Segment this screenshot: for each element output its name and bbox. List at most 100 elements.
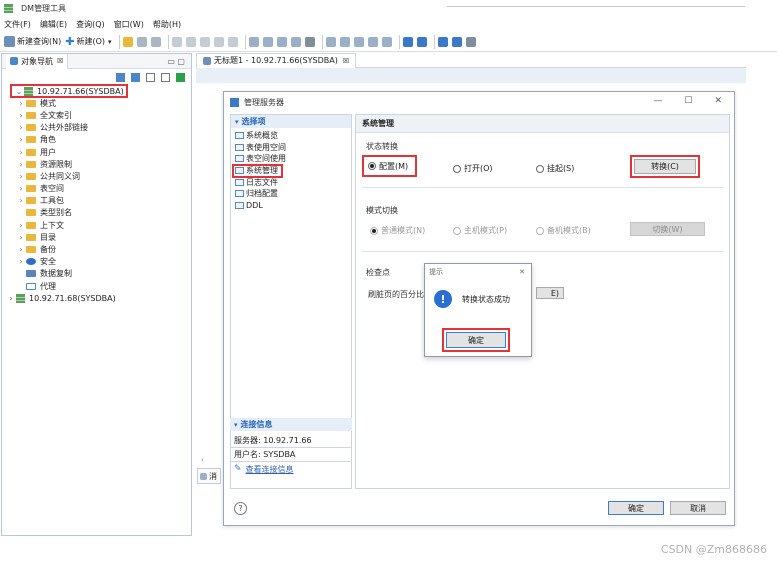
home-icon[interactable] xyxy=(451,36,462,47)
checkpoint-button[interactable]: E) xyxy=(536,287,564,299)
dialog-nav-item[interactable]: DDL xyxy=(231,200,351,212)
dropdown-arrow-icon[interactable]: ▾ xyxy=(108,38,112,46)
open-folder-icon[interactable] xyxy=(122,36,133,47)
state-option-suspend[interactable]: 挂起(S) xyxy=(536,163,574,174)
cut-icon[interactable] xyxy=(199,36,210,47)
close-tab-icon[interactable]: ☒ xyxy=(57,57,63,65)
minimize-icon[interactable]: — xyxy=(653,96,662,106)
menu-help[interactable]: 帮助(H) xyxy=(153,19,181,30)
tree-item[interactable]: › 安全 xyxy=(6,256,191,268)
link-icon[interactable] xyxy=(176,72,185,82)
chevron-right-icon[interactable]: › xyxy=(16,184,26,193)
tree-connection-68[interactable]: › 10.92.71.68(SYSDBA) xyxy=(6,292,191,304)
tab-object-nav[interactable]: 对象导航 ☒ xyxy=(6,53,69,69)
tree-item[interactable]: › 资源限制 xyxy=(6,158,191,170)
minimize-maximize-icon[interactable]: ▭ ▢ xyxy=(167,57,185,66)
tree-item[interactable]: › 工具包 xyxy=(6,195,191,207)
tree-item[interactable]: 类型别名 xyxy=(6,207,191,219)
chevron-right-icon[interactable]: › xyxy=(16,245,26,254)
tree-item[interactable]: › 公共同义词 xyxy=(6,170,191,182)
mode-option-primary[interactable]: 主机模式(P) xyxy=(453,225,507,236)
search-icon[interactable] xyxy=(146,72,155,82)
help-icon[interactable]: ? xyxy=(234,502,247,515)
dialog-nav-item[interactable]: 日志文件 xyxy=(231,176,351,188)
chevron-right-icon[interactable]: › xyxy=(16,135,26,144)
scroll-left-icon[interactable]: ‹ xyxy=(201,456,204,464)
chevron-right-icon[interactable]: › xyxy=(6,294,16,303)
dialog-nav-item[interactable]: 系统概览 xyxy=(231,130,351,142)
new-button[interactable]: ✚ 新建(O) ▾ xyxy=(65,34,111,50)
dialog-nav-item[interactable]: 归档配置 xyxy=(231,188,351,200)
chevron-down-icon[interactable]: ⌄ xyxy=(14,87,24,96)
tree-item[interactable]: › 角色 xyxy=(6,134,191,146)
chevron-right-icon[interactable]: › xyxy=(16,148,26,157)
stop-icon[interactable] xyxy=(304,36,315,47)
format-icon[interactable] xyxy=(367,36,378,47)
maximize-icon[interactable]: ☐ xyxy=(684,96,692,106)
mode-option-standby[interactable]: 备机模式(B) xyxy=(536,225,591,236)
menu-file[interactable]: 文件(F) xyxy=(4,19,31,30)
paste-icon[interactable] xyxy=(227,36,238,47)
chevron-right-icon[interactable]: › xyxy=(16,221,26,230)
dialog-nav-item[interactable]: 表使用空间 xyxy=(231,142,351,154)
dialog-ok-button[interactable]: 确定 xyxy=(608,501,664,515)
copy-icon[interactable] xyxy=(213,36,224,47)
new-query-button[interactable]: 新建查询(N) xyxy=(4,34,61,50)
explain-icon[interactable] xyxy=(276,36,287,47)
forward-arrow-icon[interactable] xyxy=(416,36,427,47)
disconnect-icon[interactable] xyxy=(131,72,140,82)
chevron-right-icon[interactable]: › xyxy=(16,123,26,132)
chevron-right-icon[interactable]: › xyxy=(16,172,26,181)
chevron-right-icon[interactable]: › xyxy=(16,257,26,266)
menu-window[interactable]: 窗口(W) xyxy=(114,19,144,30)
close-icon[interactable]: ✕ xyxy=(519,268,525,276)
top-search-field[interactable] xyxy=(447,1,745,7)
tab-query-editor[interactable]: 无标题1 - 10.92.71.66(SYSDBA) ☒ xyxy=(196,52,357,68)
tree-item[interactable]: › 全文索引 xyxy=(6,109,191,121)
commit-icon[interactable] xyxy=(325,36,336,47)
tools-icon[interactable] xyxy=(437,36,448,47)
popup-ok-button[interactable]: 确定 xyxy=(446,332,506,348)
refresh-icon[interactable] xyxy=(290,36,301,47)
save-all-icon[interactable] xyxy=(150,36,161,47)
editor-area[interactable] xyxy=(196,68,746,83)
bottom-panel-tab[interactable]: 消 xyxy=(197,468,221,484)
redo-icon[interactable] xyxy=(185,36,196,47)
chevron-right-icon[interactable]: › xyxy=(16,99,26,108)
close-tab-icon[interactable]: ☒ xyxy=(343,57,349,65)
chevron-right-icon[interactable]: › xyxy=(16,196,26,205)
menu-edit[interactable]: 编辑(E) xyxy=(40,19,67,30)
tree-item[interactable]: › 模式 xyxy=(6,97,191,109)
view-connection-link[interactable]: ✎ 查看连接信息 xyxy=(230,462,352,476)
tree-item[interactable]: › 表空间 xyxy=(6,183,191,195)
layout-icon[interactable] xyxy=(465,36,476,47)
rollback-icon[interactable] xyxy=(339,36,350,47)
tree-item[interactable]: 代理 xyxy=(6,280,191,292)
state-option-open[interactable]: 打开(O) xyxy=(453,163,493,174)
execute-icon[interactable] xyxy=(248,36,259,47)
comment-icon[interactable] xyxy=(381,36,392,47)
tree-connection-66[interactable]: ⌄ 10.92.71.66(SYSDBA) xyxy=(10,84,128,99)
grid-icon[interactable] xyxy=(353,36,364,47)
tree-item[interactable]: › 公共外部链接 xyxy=(6,122,191,134)
tree-item[interactable]: › 用户 xyxy=(6,146,191,158)
tree-item[interactable]: › 上下文 xyxy=(6,219,191,231)
chevron-right-icon[interactable]: › xyxy=(16,111,26,120)
dialog-cancel-button[interactable]: 取消 xyxy=(670,501,726,515)
chevron-right-icon[interactable]: › xyxy=(16,160,26,169)
state-option-config[interactable]: 配置(M) xyxy=(362,155,417,177)
close-icon[interactable]: ✕ xyxy=(714,96,722,106)
tree-item[interactable]: 数据复制 xyxy=(6,268,191,280)
back-arrow-icon[interactable] xyxy=(402,36,413,47)
undo-icon[interactable] xyxy=(171,36,182,47)
execute-step-icon[interactable] xyxy=(262,36,273,47)
tree-item[interactable]: › 备份 xyxy=(6,243,191,255)
collapse-all-icon[interactable] xyxy=(161,72,170,82)
dialog-nav-item[interactable]: 系统管理 xyxy=(231,163,351,178)
tree-item[interactable]: › 目录 xyxy=(6,231,191,243)
mode-option-normal[interactable]: 普通模式(N) xyxy=(370,225,425,236)
chevron-right-icon[interactable]: › xyxy=(16,233,26,242)
save-icon[interactable] xyxy=(136,36,147,47)
convert-button[interactable]: 转换(C) xyxy=(634,159,696,174)
menu-query[interactable]: 查询(Q) xyxy=(76,19,105,30)
